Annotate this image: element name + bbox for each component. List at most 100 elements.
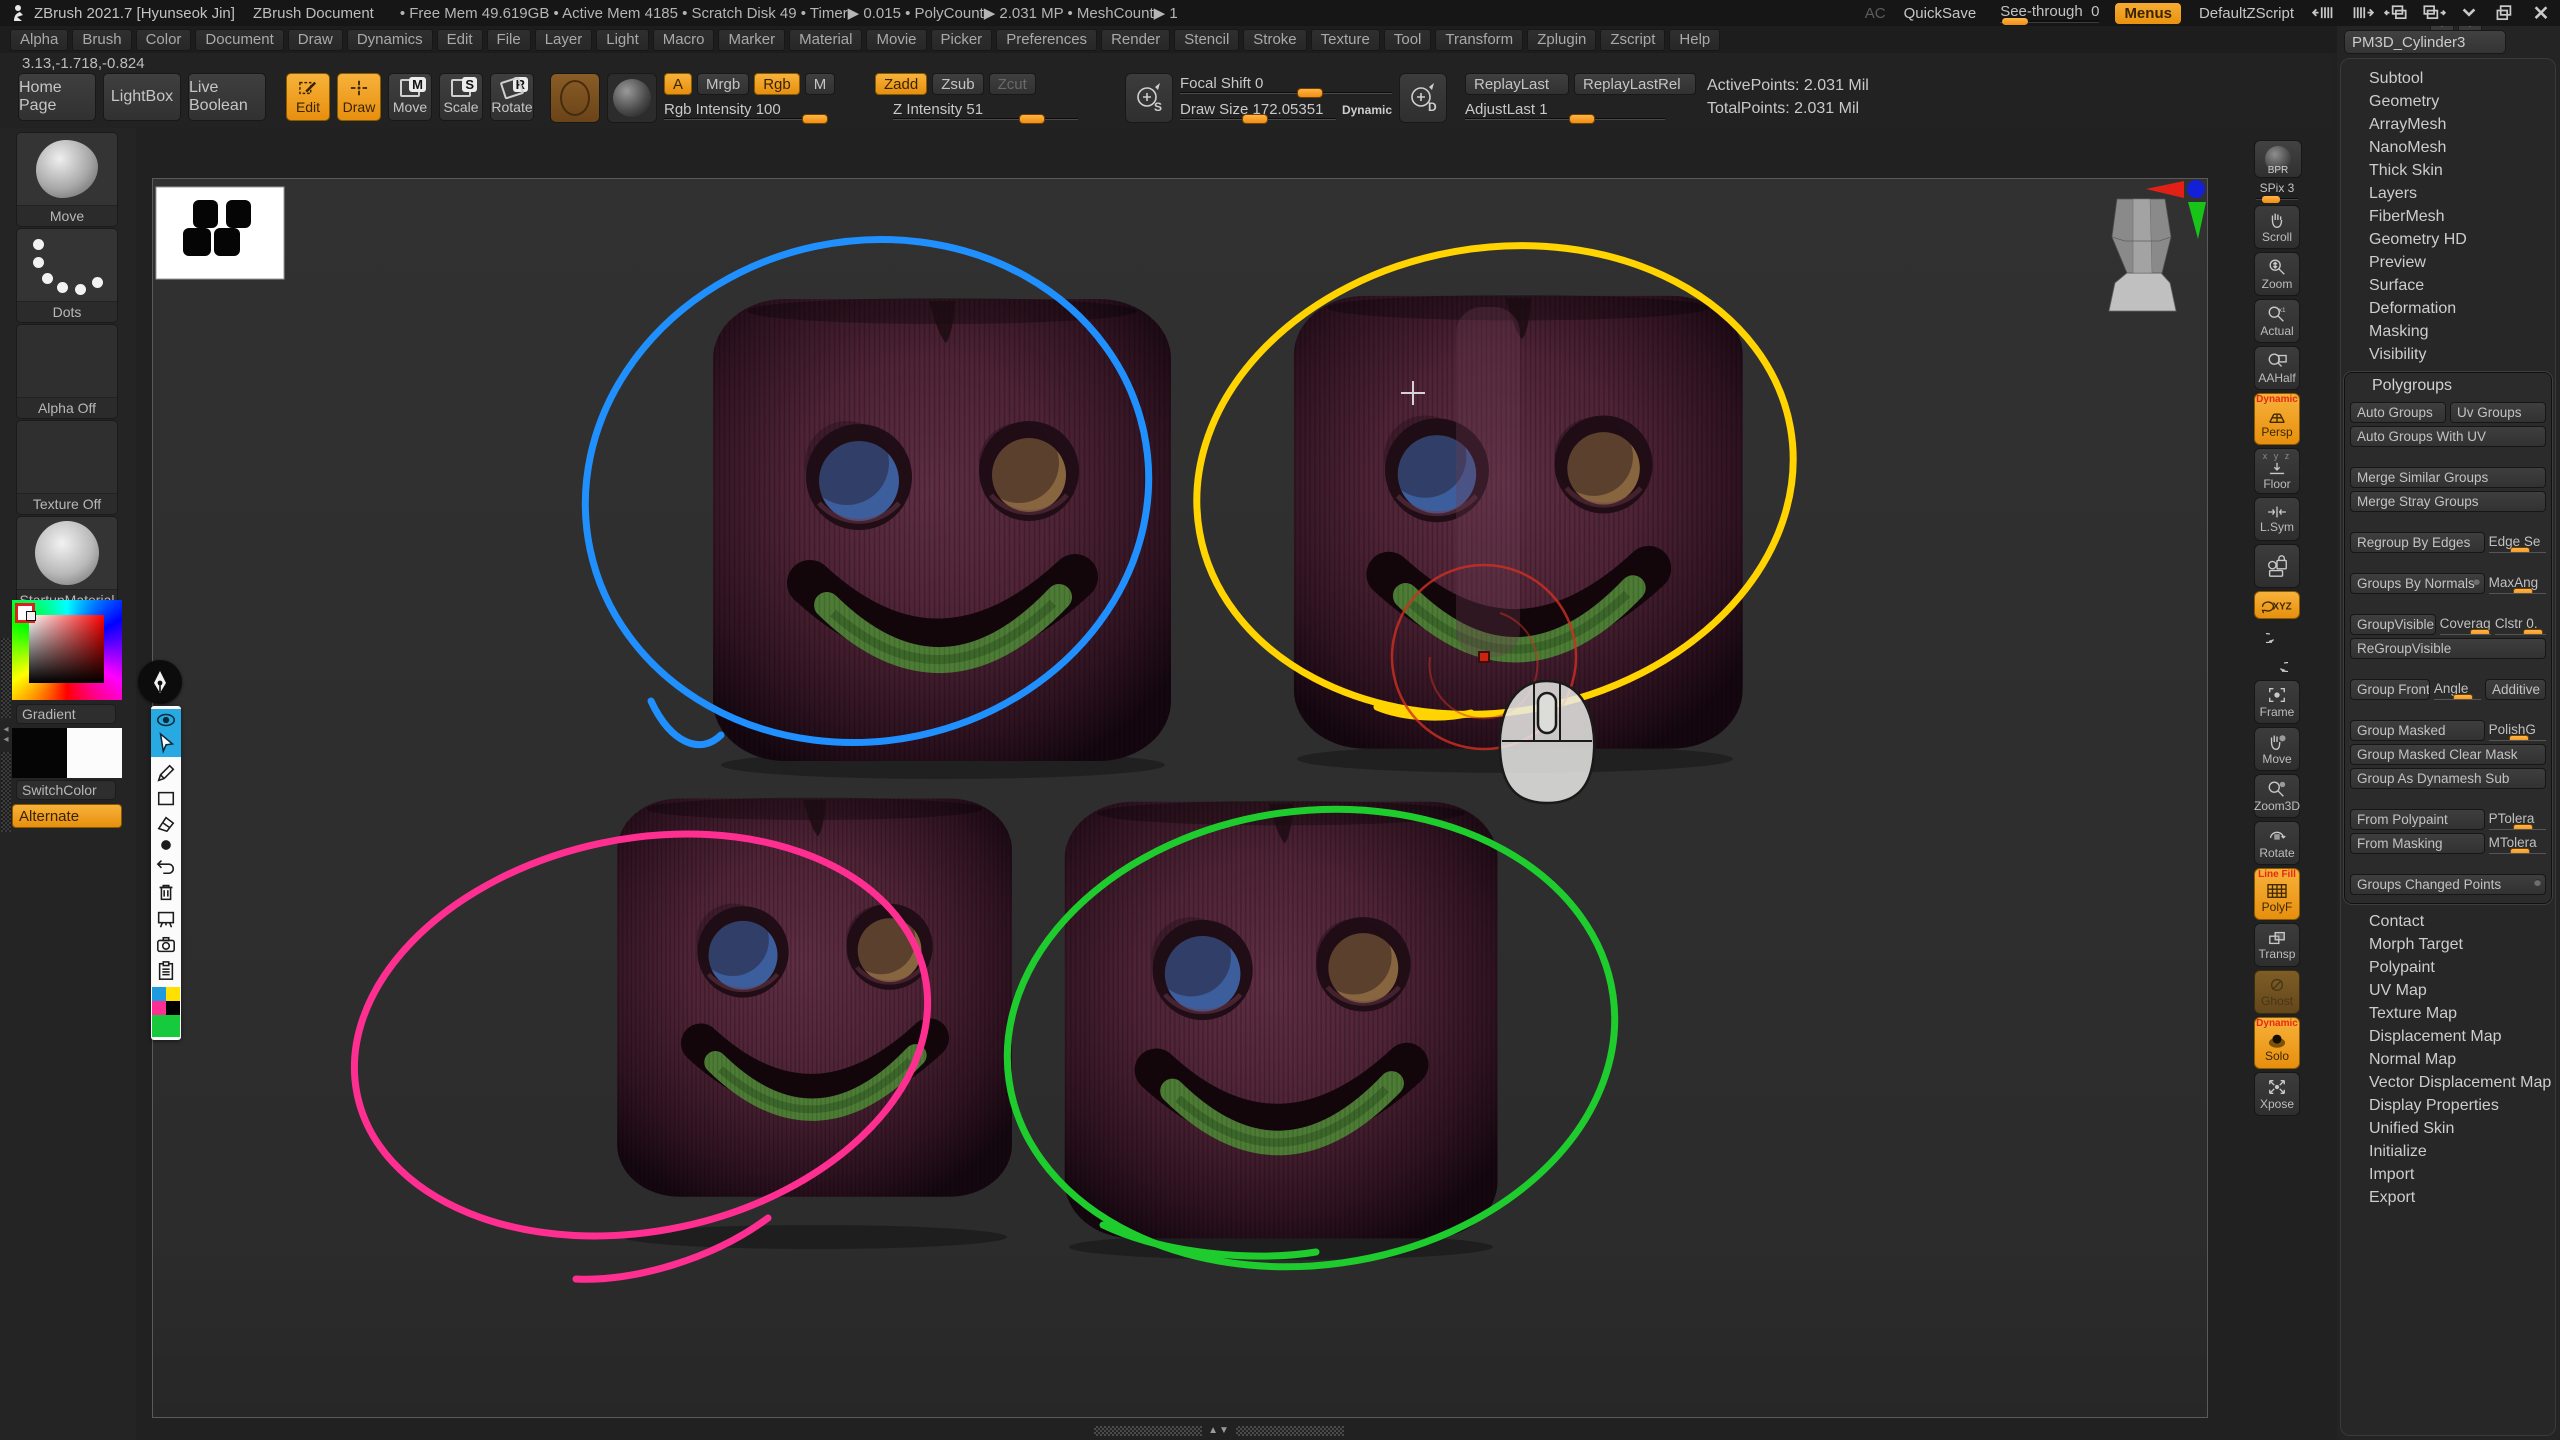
focal-shift-slider[interactable]: Focal Shift 0: [1180, 73, 1392, 95]
tool-section-header[interactable]: Texture Map: [2341, 1002, 2555, 1025]
minimize-button[interactable]: [2456, 4, 2482, 22]
tool-section-header[interactable]: Initialize: [2341, 1140, 2555, 1163]
floor-button[interactable]: x y z Floor: [2254, 448, 2300, 494]
pen-tool-icon[interactable]: [155, 762, 177, 784]
menu-item[interactable]: Brush: [72, 29, 131, 51]
tool-section-header[interactable]: Contact: [2341, 910, 2555, 933]
xpose-button[interactable]: Xpose: [2254, 1072, 2300, 1116]
replay-last-rel-button[interactable]: ReplayLastRel: [1574, 73, 1696, 95]
tool-section-header[interactable]: Normal Map: [2341, 1048, 2555, 1071]
tool-section-header[interactable]: Subtool: [2341, 67, 2555, 90]
main-color-swatch[interactable]: [12, 728, 67, 778]
draw-size-dynamic-button[interactable]: D: [1399, 73, 1447, 123]
spix-thumb[interactable]: [2262, 196, 2280, 203]
ptolerance-slider[interactable]: PTolera: [2489, 809, 2546, 830]
a-button[interactable]: A: [664, 73, 692, 95]
groups-by-normals-button[interactable]: Groups By Normals: [2350, 573, 2485, 594]
mtolerance-slider[interactable]: MTolera: [2489, 833, 2546, 854]
menu-item[interactable]: Macro: [653, 29, 715, 51]
additive-button[interactable]: Additive: [2485, 679, 2546, 700]
move-mode-button[interactable]: M Move: [388, 73, 432, 121]
rgb-button[interactable]: Rgb: [754, 73, 800, 95]
current-material-thumb[interactable]: [550, 73, 600, 123]
current-material-button[interactable]: StartupMaterial: [16, 516, 118, 611]
tool-section-header[interactable]: Masking: [2341, 320, 2555, 343]
screenshot-camera-icon[interactable]: [155, 935, 177, 955]
lock-camera-button[interactable]: [2254, 544, 2300, 588]
polish-groups-slider[interactable]: PolishG: [2489, 720, 2546, 741]
scale-mode-button[interactable]: S Scale: [439, 73, 483, 121]
tool-section-header[interactable]: Thick Skin: [2341, 159, 2555, 182]
edge-sensitivity-slider[interactable]: Edge Se: [2489, 532, 2546, 553]
zadd-button[interactable]: Zadd: [875, 73, 927, 95]
active-tool-name[interactable]: PM3D_Cylinder3: [2344, 30, 2506, 54]
transparency-button[interactable]: Transp: [2254, 923, 2300, 967]
pen-app-logo-icon[interactable]: [138, 660, 182, 704]
draw-mode-button[interactable]: Draw: [337, 73, 381, 121]
rgb-intensity-slider[interactable]: Rgb Intensity 100: [664, 99, 824, 121]
solo-button[interactable]: Dynamic Solo: [2254, 1017, 2300, 1069]
tool-section-header[interactable]: Displacement Map: [2341, 1025, 2555, 1048]
local-symmetry-button[interactable]: L.Sym: [2254, 497, 2300, 541]
z-intensity-slider[interactable]: Z Intensity 51: [893, 99, 1078, 121]
eraser-tool-icon[interactable]: [155, 814, 177, 834]
menu-item[interactable]: Zscript: [1600, 29, 1665, 51]
close-button[interactable]: [2528, 4, 2554, 22]
menu-item[interactable]: Marker: [718, 29, 785, 51]
menu-item[interactable]: Document: [195, 29, 283, 51]
live-boolean-button[interactable]: Live Boolean: [188, 73, 266, 121]
right-tray-slider-icon[interactable]: [2348, 4, 2374, 22]
groups-changed-points-button[interactable]: Groups Changed Points: [2350, 874, 2546, 895]
current-brush-button[interactable]: Move: [16, 132, 118, 227]
switch-color-swatches[interactable]: [12, 728, 122, 778]
restore-button[interactable]: [2492, 4, 2518, 22]
saturation-square[interactable]: [29, 615, 104, 683]
rotate-3d-button[interactable]: Rotate: [2254, 821, 2300, 865]
menu-item[interactable]: Zplugin: [1527, 29, 1596, 51]
rotate-mode-button[interactable]: R Rotate: [490, 73, 534, 121]
menu-item[interactable]: Preferences: [996, 29, 1097, 51]
tool-section-header[interactable]: Surface: [2341, 274, 2555, 297]
swatch-black[interactable]: [166, 1001, 180, 1015]
merge-stray-groups-button[interactable]: Merge Stray Groups: [2350, 491, 2546, 512]
clipboard-icon[interactable]: [156, 960, 176, 982]
tool-section-header[interactable]: UV Map: [2341, 979, 2555, 1002]
current-texture-button[interactable]: Texture Off: [16, 420, 118, 515]
tool-section-header[interactable]: Morph Target: [2341, 933, 2555, 956]
tool-section-header[interactable]: Display Properties: [2341, 1094, 2555, 1117]
menu-item[interactable]: Help: [1669, 29, 1720, 51]
polyframe-button[interactable]: Line Fill PolyF: [2254, 868, 2300, 920]
ghost-button[interactable]: Ghost: [2254, 970, 2300, 1014]
zoom-button[interactable]: Zoom: [2254, 252, 2300, 296]
group-masked-button[interactable]: Group Masked: [2350, 720, 2485, 741]
swatch-pink[interactable]: [152, 1001, 166, 1015]
undo-icon[interactable]: [155, 856, 177, 876]
tool-section-header[interactable]: Visibility: [2341, 343, 2555, 366]
z-intensity-thumb[interactable]: [1019, 114, 1045, 124]
tool-section-header[interactable]: FiberMesh: [2341, 205, 2555, 228]
menu-item[interactable]: Movie: [866, 29, 926, 51]
tool-section-header[interactable]: Geometry HD: [2341, 228, 2555, 251]
zcut-button[interactable]: Zcut: [989, 73, 1036, 95]
material-sphere-thumb[interactable]: [607, 73, 657, 123]
auto-groups-button[interactable]: Auto Groups: [2350, 402, 2446, 423]
swatch-blue[interactable]: [152, 987, 166, 1001]
menu-item[interactable]: Color: [136, 29, 192, 51]
rgb-intensity-thumb[interactable]: [802, 114, 828, 124]
tool-section-header[interactable]: Layers: [2341, 182, 2555, 205]
quicksave-button[interactable]: QuickSave: [1896, 4, 1985, 23]
home-page-button[interactable]: Home Page: [18, 73, 96, 121]
bottom-tray-handle[interactable]: ▲▼: [1094, 1424, 1344, 1437]
lightbox-button[interactable]: LightBox: [103, 73, 181, 121]
bpr-render-button[interactable]: BPR: [2254, 140, 2302, 178]
polygroups-header[interactable]: Polygroups: [2350, 375, 2546, 399]
uv-groups-button[interactable]: Uv Groups: [2450, 402, 2546, 423]
mrgb-button[interactable]: Mrgb: [697, 73, 749, 95]
persp-button[interactable]: Dynamic Persp: [2254, 393, 2300, 445]
color-picker[interactable]: [12, 600, 122, 700]
draw-size-thumb[interactable]: [1242, 114, 1268, 124]
tool-section-header[interactable]: Polypaint: [2341, 956, 2555, 979]
menu-item[interactable]: Tool: [1384, 29, 1432, 51]
from-polypaint-button[interactable]: From Polypaint: [2350, 809, 2485, 830]
from-masking-button[interactable]: From Masking: [2350, 833, 2485, 854]
